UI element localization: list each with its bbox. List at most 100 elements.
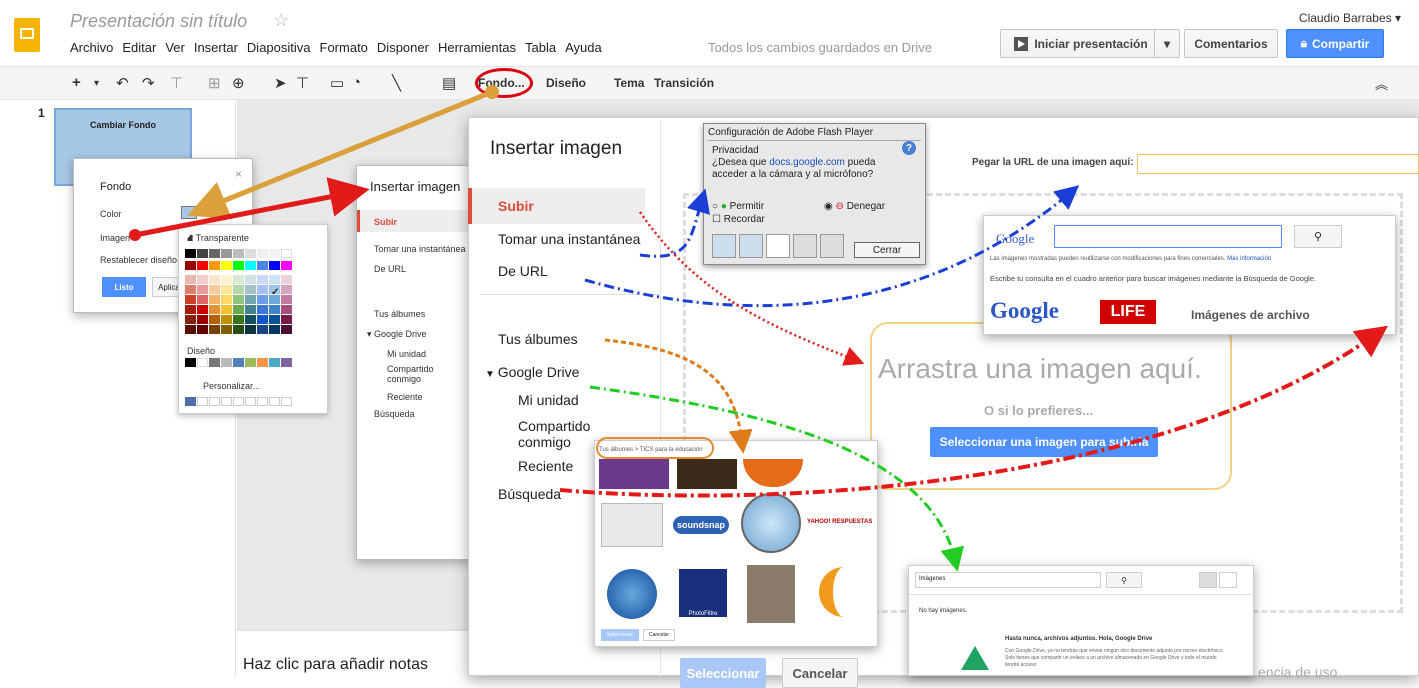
menu-ver[interactable]: Ver bbox=[165, 40, 185, 55]
help-icon[interactable]: ? bbox=[902, 141, 916, 155]
yahoo-thumb[interactable]: YAHOO! RESPUESTAS bbox=[807, 519, 872, 525]
album-thumb[interactable] bbox=[677, 459, 737, 489]
textbox-icon[interactable]: ⊤ bbox=[296, 74, 309, 92]
present-button[interactable]: Iniciar presentación bbox=[1000, 29, 1162, 58]
life-logo[interactable]: LIFE bbox=[1100, 300, 1156, 324]
reset-design-link[interactable]: Restablecer diseño bbox=[100, 255, 177, 265]
nav-search[interactable]: Búsqueda bbox=[374, 409, 415, 419]
firefox-thumb[interactable] bbox=[743, 459, 803, 487]
nav-upload[interactable]: Subir bbox=[498, 198, 534, 214]
done-button[interactable]: Listo bbox=[102, 277, 146, 297]
nav-drive[interactable]: ▼ Google Drive bbox=[485, 364, 579, 380]
menu-disponer[interactable]: Disponer bbox=[377, 40, 429, 55]
nav-recent[interactable]: Reciente bbox=[518, 458, 573, 474]
grid-view-icon[interactable] bbox=[1219, 572, 1237, 588]
darker-swatch-row[interactable] bbox=[185, 315, 292, 324]
remember-option[interactable]: ☐ Recordar bbox=[712, 214, 765, 225]
nav-search[interactable]: Búsqueda bbox=[498, 486, 561, 502]
deny-option[interactable]: ◉ ⊖ Denegar bbox=[824, 201, 885, 212]
theme-button[interactable]: Tema bbox=[614, 76, 644, 90]
custom-swatch-row[interactable] bbox=[185, 397, 292, 406]
transparent-option[interactable]: ⛘︎ Transparente bbox=[187, 233, 249, 245]
stock-images-link[interactable]: Imágenes de archivo bbox=[1191, 308, 1310, 322]
present-options-button[interactable]: ▾ bbox=[1154, 29, 1180, 58]
search-icon[interactable]: ⚲ bbox=[1294, 225, 1342, 248]
domain-link[interactable]: docs.google.com bbox=[769, 157, 845, 168]
nav-shared[interactable]: Compartido conmigo bbox=[387, 364, 457, 384]
redo-icon[interactable]: ↷ bbox=[142, 74, 155, 92]
nav-my-drive[interactable]: Mi unidad bbox=[387, 349, 426, 359]
darkest-swatch-row[interactable] bbox=[185, 325, 292, 334]
albums-select-button[interactable]: Seleccionar bbox=[601, 629, 639, 641]
image-label[interactable]: Imagen bbox=[100, 233, 130, 243]
photo-thumb[interactable] bbox=[747, 565, 795, 623]
menu-archivo[interactable]: Archivo bbox=[70, 40, 113, 55]
dark-swatch-row[interactable] bbox=[185, 305, 292, 314]
monitor-icon[interactable] bbox=[739, 234, 763, 258]
allow-option[interactable]: ○ ● Permitir bbox=[712, 201, 764, 212]
nav-albums[interactable]: Tus álbumes bbox=[374, 309, 425, 319]
image-icon[interactable]: ▭ bbox=[330, 74, 344, 92]
close-button[interactable]: Cerrar bbox=[854, 242, 920, 258]
search-icon[interactable]: ⚲ bbox=[1106, 572, 1142, 588]
close-icon[interactable]: × bbox=[235, 167, 242, 181]
paint-format-icon[interactable]: ⊤ bbox=[170, 74, 183, 92]
google-logo[interactable]: Google bbox=[990, 298, 1059, 324]
zoom-fit-icon[interactable]: ⊞ bbox=[208, 74, 221, 92]
display-icon[interactable] bbox=[712, 234, 736, 258]
undo-icon[interactable]: ↶ bbox=[116, 74, 129, 92]
pastel-swatch-row[interactable] bbox=[185, 275, 292, 284]
menu-ayuda[interactable]: Ayuda bbox=[565, 40, 602, 55]
transition-button[interactable]: Transición bbox=[654, 76, 714, 90]
design-button[interactable]: Diseño bbox=[546, 76, 586, 90]
menu-herramientas[interactable]: Herramientas bbox=[438, 40, 516, 55]
nav-url[interactable]: De URL bbox=[374, 264, 406, 274]
nav-url[interactable]: De URL bbox=[498, 263, 548, 279]
nav-my-drive[interactable]: Mi unidad bbox=[518, 392, 579, 408]
chevron-down-icon[interactable]: ▾ bbox=[94, 78, 99, 89]
itunes-thumb[interactable] bbox=[741, 493, 801, 553]
shape-icon[interactable]: ◔ bbox=[352, 74, 361, 91]
nav-recent[interactable]: Reciente bbox=[387, 392, 423, 402]
globe-thumb[interactable] bbox=[607, 569, 657, 619]
menu-editar[interactable]: Editar bbox=[122, 40, 156, 55]
microphone-icon[interactable] bbox=[793, 234, 817, 258]
color-swatch-button[interactable] bbox=[181, 206, 197, 219]
star-icon[interactable]: ☆ bbox=[273, 10, 289, 31]
select-image-button[interactable]: Seleccionar una imagen para subirla bbox=[930, 427, 1158, 457]
custom-color-link[interactable]: Personalizar... bbox=[203, 381, 260, 391]
line-icon[interactable]: ╲ bbox=[392, 74, 401, 92]
collapse-icon[interactable]: ︽ bbox=[1375, 74, 1388, 93]
logo-thumb[interactable] bbox=[819, 567, 859, 617]
cancel-button[interactable]: Cancelar bbox=[782, 658, 858, 688]
document-title[interactable]: Presentación sin título bbox=[70, 11, 247, 32]
more-info-link[interactable]: Más información bbox=[1227, 256, 1271, 262]
zoom-icon[interactable]: ⊕ bbox=[232, 74, 245, 92]
select-pointer-icon[interactable]: ➤ bbox=[274, 74, 287, 92]
comment-icon[interactable]: ▤ bbox=[442, 74, 456, 92]
nav-upload[interactable]: Subir bbox=[374, 217, 397, 227]
nav-snapshot[interactable]: Tomar una instantánea bbox=[498, 231, 640, 247]
photofiltre-thumb[interactable]: PhotoFiltre bbox=[679, 569, 727, 617]
list-view-icon[interactable] bbox=[1199, 572, 1217, 588]
image-search-input[interactable] bbox=[1054, 225, 1282, 248]
theme-swatch-row[interactable] bbox=[185, 358, 292, 367]
slides-logo-icon[interactable] bbox=[14, 18, 40, 52]
user-account[interactable]: Claudio Barrabes ▾ bbox=[1299, 11, 1401, 25]
nav-snapshot[interactable]: Tomar una instantánea bbox=[374, 244, 466, 254]
blogger-thumb[interactable] bbox=[601, 503, 663, 547]
menu-tabla[interactable]: Tabla bbox=[525, 40, 556, 55]
bright-swatch-row[interactable] bbox=[185, 261, 292, 270]
menu-insertar[interactable]: Insertar bbox=[194, 40, 238, 55]
comments-button[interactable]: Comentarios bbox=[1184, 29, 1278, 58]
share-button[interactable]: 🔒︎ Compartir bbox=[1286, 29, 1384, 58]
menu-diapositiva[interactable]: Diapositiva bbox=[247, 40, 311, 55]
albums-cancel-button[interactable]: Cancelar bbox=[643, 629, 675, 641]
new-slide-icon[interactable]: + bbox=[72, 74, 81, 91]
album-thumb[interactable] bbox=[599, 459, 669, 489]
soundsnap-thumb[interactable]: soundsnap bbox=[673, 516, 729, 534]
nav-albums[interactable]: Tus álbumes bbox=[498, 331, 578, 347]
gray-swatch-row[interactable] bbox=[185, 249, 292, 258]
menu-formato[interactable]: Formato bbox=[320, 40, 368, 55]
url-input[interactable] bbox=[1137, 154, 1419, 174]
